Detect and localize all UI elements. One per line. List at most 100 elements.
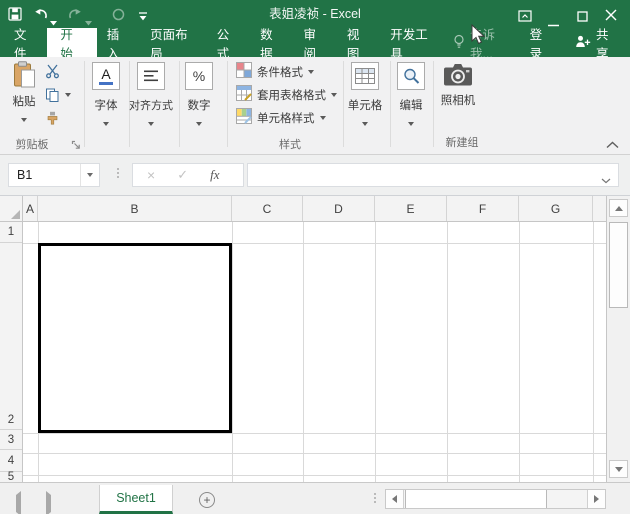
tab-formulas[interactable]: 公式: [207, 28, 250, 57]
paste-clipboard-icon: [12, 75, 36, 92]
editing-group-button[interactable]: 编辑: [389, 57, 433, 131]
scroll-down-icon[interactable]: [609, 460, 628, 478]
copy-button[interactable]: [45, 88, 60, 107]
new-sheet-button[interactable]: +: [199, 492, 215, 508]
new-group-label: 新建组: [417, 134, 507, 150]
column-header-a[interactable]: A: [23, 196, 38, 221]
alignment-group-button[interactable]: 对齐方式: [125, 57, 177, 131]
cells-dropdown-icon: [362, 122, 368, 126]
enter-icon[interactable]: ✓: [177, 167, 188, 183]
name-box-dropdown-icon[interactable]: [80, 164, 99, 186]
row-header-2[interactable]: 2: [0, 243, 22, 431]
scroll-left-icon[interactable]: [386, 490, 404, 508]
collapse-ribbon-icon[interactable]: [606, 136, 619, 154]
number-percent-icon: %: [185, 62, 213, 90]
select-all-triangle-icon: [11, 210, 20, 219]
excel-window: 表姐凌祯 - Excel 文件 开始 插入 页面布局 公式 数据 审阅 视图 开…: [0, 0, 630, 514]
horizontal-scrollbar-thumb[interactable]: [405, 490, 547, 508]
styles-group-label: 样式: [245, 136, 335, 152]
ribbon: 粘贴 剪贴板 A 字体: [0, 57, 630, 155]
column-header-f[interactable]: F: [447, 196, 519, 221]
camera-icon: [443, 74, 473, 91]
maximize-icon[interactable]: [577, 9, 588, 27]
scroll-up-icon[interactable]: [609, 199, 628, 217]
column-header-d[interactable]: D: [303, 196, 375, 221]
sign-in-button[interactable]: 登录: [520, 28, 563, 57]
ribbon-tab-bar: 文件 开始 插入 页面布局 公式 数据 审阅 视图 开发工具 告诉我... 登录…: [0, 28, 630, 57]
tab-data[interactable]: 数据: [250, 28, 293, 57]
format-as-table-icon: [236, 85, 252, 106]
row-header-1[interactable]: 1: [0, 222, 22, 243]
cells-group-button[interactable]: 单元格: [343, 57, 387, 131]
group-separator: [227, 61, 228, 147]
worksheet-grid[interactable]: A B C D E F G 1 2 3 4 5: [0, 196, 606, 482]
paste-dropdown-icon: [21, 118, 27, 122]
formula-bar-splitter[interactable]: [117, 168, 119, 178]
tab-page-layout[interactable]: 页面布局: [140, 28, 207, 57]
cancel-icon[interactable]: ×: [147, 167, 155, 183]
column-header-g[interactable]: G: [519, 196, 593, 221]
cells-table-icon: [351, 62, 379, 90]
font-dropdown-icon: [103, 122, 109, 126]
paste-button[interactable]: 粘贴: [6, 61, 42, 127]
formula-buttons: × ✓ fx: [132, 163, 244, 187]
name-box[interactable]: B1: [8, 163, 100, 187]
conditional-formatting-button[interactable]: 条件格式: [236, 63, 337, 81]
column-headers: A B C D E F G: [23, 196, 606, 222]
horizontal-scrollbar[interactable]: [385, 489, 606, 509]
vertical-scrollbar[interactable]: [606, 196, 630, 482]
row-header-3[interactable]: 3: [0, 430, 22, 450]
tab-view[interactable]: 视图: [337, 28, 380, 57]
tab-bar-splitter[interactable]: [374, 493, 376, 503]
styles-group: 条件格式 套用表格格式 单元格样式: [236, 63, 337, 127]
font-group-button[interactable]: A 字体: [84, 57, 128, 131]
clipboard-dialog-launcher-icon[interactable]: [71, 137, 81, 155]
editing-dropdown-icon: [408, 122, 414, 126]
cell-styles-button[interactable]: 单元格样式: [236, 109, 337, 127]
sheet-tab-bar: Sheet1 +: [0, 482, 630, 514]
magnifier-icon: [397, 62, 425, 90]
sheet-tab-sheet1[interactable]: Sheet1: [99, 485, 173, 514]
format-as-table-dropdown-icon: [331, 93, 337, 97]
format-painter-button[interactable]: [45, 111, 60, 131]
number-group-button[interactable]: % 数字: [177, 57, 221, 131]
cut-button[interactable]: [45, 64, 60, 84]
scroll-right-icon[interactable]: [587, 490, 605, 508]
clipboard-group-label: 剪贴板: [0, 136, 64, 152]
insert-function-icon[interactable]: fx: [210, 167, 219, 183]
row-header-4[interactable]: 4: [0, 450, 22, 472]
row-headers: 1 2 3 4 5: [0, 222, 23, 482]
conditional-formatting-icon: [236, 62, 252, 83]
cell-b2-thick-border-box: [38, 243, 232, 433]
share-button[interactable]: 共享: [563, 28, 630, 57]
expand-formula-bar-icon[interactable]: [601, 173, 611, 187]
column-header-c[interactable]: C: [232, 196, 303, 221]
format-as-table-button[interactable]: 套用表格格式: [236, 86, 337, 104]
tab-review[interactable]: 审阅: [294, 28, 337, 57]
row-header-5-partial[interactable]: 5: [0, 472, 22, 482]
cell-styles-icon: [236, 108, 252, 129]
cell-styles-dropdown-icon: [320, 116, 326, 120]
formula-input[interactable]: [247, 163, 619, 187]
column-header-partial[interactable]: [593, 196, 606, 221]
sheet-nav-right-icon[interactable]: [46, 495, 51, 513]
formula-bar: B1 × ✓ fx: [0, 155, 630, 196]
font-icon: A: [92, 62, 120, 90]
camera-button[interactable]: 照相机: [434, 61, 482, 108]
column-header-b[interactable]: B: [38, 196, 232, 221]
alignment-dropdown-icon: [148, 122, 154, 126]
sheet-nav-left-icon[interactable]: [16, 495, 21, 513]
conditional-formatting-dropdown-icon: [308, 70, 314, 74]
select-all-button[interactable]: [0, 196, 23, 222]
copy-dropdown-icon[interactable]: [65, 93, 71, 97]
vertical-scrollbar-thumb[interactable]: [609, 222, 628, 308]
tab-developer[interactable]: 开发工具: [380, 28, 447, 57]
lightbulb-icon: [453, 34, 465, 52]
tab-file[interactable]: 文件: [4, 28, 47, 57]
column-header-e[interactable]: E: [375, 196, 447, 221]
tab-home[interactable]: 开始: [47, 28, 96, 57]
tab-insert[interactable]: 插入: [97, 28, 140, 57]
number-dropdown-icon: [196, 122, 202, 126]
cells-area[interactable]: [23, 222, 606, 482]
alignment-icon: [137, 62, 165, 90]
